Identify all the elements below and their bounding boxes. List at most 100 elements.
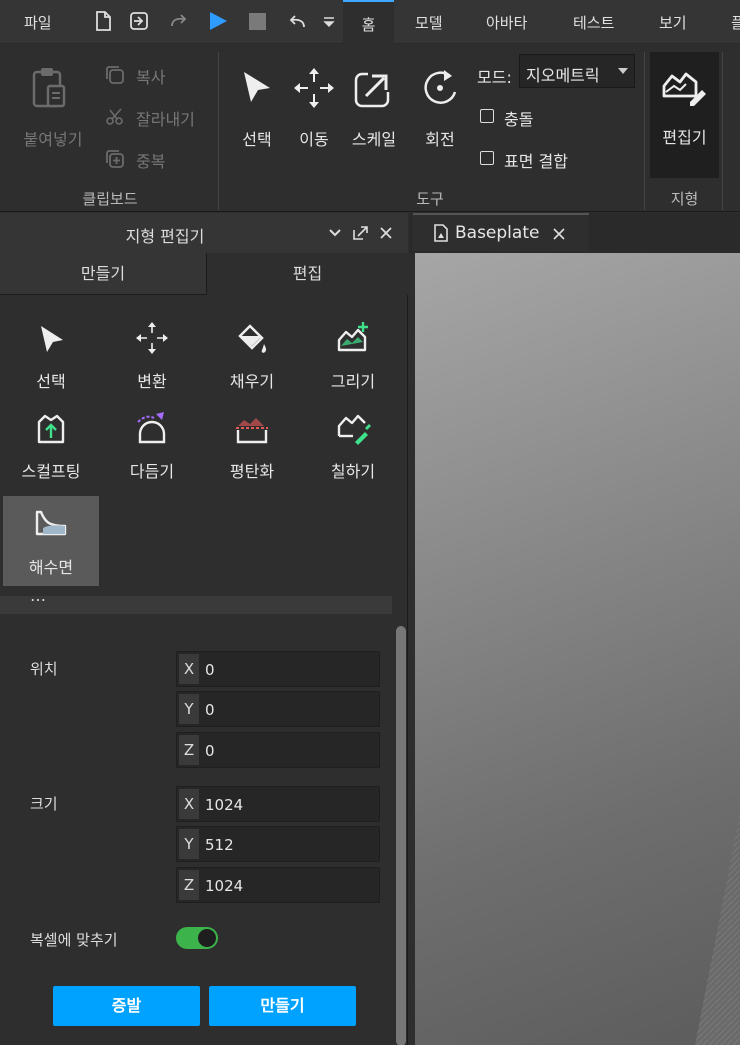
chevron-down-icon[interactable] <box>329 228 341 238</box>
tab-plugins[interactable]: 플 <box>731 0 740 44</box>
axis-z-label: Z <box>179 870 199 900</box>
axis-y-label: Y <box>179 694 199 724</box>
terrain-paint-icon <box>337 414 371 445</box>
position-label: 위치 <box>30 660 58 678</box>
tool-draw[interactable]: 그리기 <box>305 306 401 396</box>
mode-label: 모드: <box>477 68 512 87</box>
move-label[interactable]: 이동 <box>292 126 336 150</box>
select-arrow-icon <box>41 326 63 352</box>
join-surfaces-label[interactable]: 표면 결합 <box>504 148 568 172</box>
terrain-group-label: 지형 <box>670 190 699 208</box>
menu-bar: 파일 홈 모델 아바타 테스트 보기 플 <box>0 0 740 44</box>
terrain-editor-panel: 지형 편집기 만들기 편집 선택 변환 채우기 그리기 스컬프팅 다듬기 평탄화… <box>0 213 408 1045</box>
tool-label: 선택 <box>36 372 66 391</box>
size-x-value: 1024 <box>205 796 244 814</box>
tool-flatten[interactable]: 평탄화 <box>204 396 300 486</box>
stop-icon[interactable] <box>247 10 269 32</box>
tab-edit[interactable]: 편집 <box>206 253 408 295</box>
tool-select[interactable]: 선택 <box>3 306 99 396</box>
document-tab-bar: Baseplate <box>409 213 740 253</box>
rotate-label[interactable]: 회전 <box>418 126 462 150</box>
tab-baseplate[interactable]: Baseplate <box>413 213 589 251</box>
close-icon[interactable] <box>380 227 392 239</box>
paste-icon[interactable] <box>30 66 74 112</box>
tool-label: 그리기 <box>330 372 376 391</box>
move-icon[interactable] <box>292 66 336 110</box>
select-arrow-icon[interactable] <box>240 68 274 108</box>
position-z-field[interactable]: Z 0 <box>176 732 380 768</box>
tab-test[interactable]: 테스트 <box>573 0 614 44</box>
scale-icon[interactable] <box>352 66 396 110</box>
copy-label[interactable]: 복사 <box>136 64 165 88</box>
tab-avatar[interactable]: 아바타 <box>486 0 527 44</box>
new-file-icon[interactable] <box>92 10 114 32</box>
mode-value: 지오메트릭 <box>526 66 600 85</box>
undo-icon[interactable] <box>286 10 308 32</box>
tool-label: 채우기 <box>229 372 275 391</box>
tab-create[interactable]: 만들기 <box>0 253 206 295</box>
play-icon[interactable] <box>207 10 229 32</box>
paste-label[interactable]: 붙여넣기 <box>10 126 96 150</box>
size-y-value: 512 <box>205 836 234 854</box>
duplicate-label[interactable]: 중복 <box>136 148 165 172</box>
ribbon-divider <box>722 52 723 210</box>
collisions-checkbox[interactable] <box>480 109 494 123</box>
size-x-field[interactable]: X 1024 <box>176 786 380 822</box>
tool-fill[interactable]: 채우기 <box>204 306 300 396</box>
snap-to-voxel-label: 복셀에 맞추기 <box>30 931 118 949</box>
redo-icon[interactable] <box>168 10 190 32</box>
ribbon-divider <box>644 52 645 210</box>
tool-sea-level[interactable]: 해수면 <box>3 496 99 586</box>
axis-x-label: X <box>179 654 199 684</box>
paint-bucket-icon <box>238 324 267 353</box>
create-button[interactable]: 만들기 <box>209 986 356 1026</box>
axis-y-label: Y <box>179 829 199 859</box>
close-tab-icon[interactable] <box>553 228 565 240</box>
viewport-3d[interactable] <box>415 253 740 1045</box>
terrain-editor-icon <box>662 72 706 106</box>
clipboard-group-label: 클립보드 <box>82 190 138 208</box>
file-menu[interactable]: 파일 <box>24 0 52 44</box>
collisions-label[interactable]: 충돌 <box>504 106 533 130</box>
position-y-field[interactable]: Y 0 <box>176 691 380 727</box>
cut-label[interactable]: 잘라내기 <box>136 106 195 130</box>
tool-label: 해수면 <box>28 558 74 577</box>
position-z-value: 0 <box>205 742 215 760</box>
duplicate-icon[interactable] <box>104 148 126 170</box>
size-y-field[interactable]: Y 512 <box>176 826 380 862</box>
import-icon[interactable] <box>128 10 150 32</box>
ribbon-divider <box>218 52 219 210</box>
tool-transform[interactable]: 변환 <box>104 306 200 396</box>
ribbon: 붙여넣기 복사 잘라내기 중복 클립보드 선택 이동 스케일 회전 모드: 지오… <box>0 44 740 212</box>
place-file-icon <box>434 224 448 242</box>
tool-label: 평탄화 <box>229 462 275 481</box>
customize-chevron-icon[interactable] <box>318 10 340 32</box>
cut-icon[interactable] <box>104 106 126 128</box>
copy-icon[interactable] <box>104 64 126 86</box>
undock-icon[interactable] <box>352 225 370 241</box>
scrollbar-thumb[interactable] <box>396 626 406 1045</box>
rotate-icon[interactable] <box>418 66 462 110</box>
panel-title: 지형 편집기 <box>125 227 205 246</box>
mode-dropdown[interactable]: 지오메트릭 <box>519 54 635 88</box>
section-header-label: … <box>30 596 46 605</box>
position-x-field[interactable]: X 0 <box>176 651 380 687</box>
select-label[interactable]: 선택 <box>236 126 278 150</box>
section-header[interactable]: … <box>0 596 392 614</box>
scale-label[interactable]: 스케일 <box>346 126 402 150</box>
tool-smooth[interactable]: 다듬기 <box>104 396 200 486</box>
size-z-field[interactable]: Z 1024 <box>176 867 380 903</box>
join-surfaces-checkbox[interactable] <box>480 151 494 165</box>
tab-model[interactable]: 모델 <box>415 0 443 44</box>
tab-home[interactable]: 홈 <box>343 0 394 44</box>
tool-sculpt[interactable]: 스컬프팅 <box>3 396 99 486</box>
tab-view[interactable]: 보기 <box>659 0 687 44</box>
terrain-editor-button[interactable]: 편집기 <box>650 52 719 178</box>
terrain-add-icon <box>337 322 368 352</box>
snap-to-voxel-toggle[interactable] <box>176 927 218 949</box>
tool-label: 변환 <box>137 372 167 391</box>
transform-icon <box>136 322 168 354</box>
tool-paint[interactable]: 칠하기 <box>305 396 401 486</box>
toggle-knob <box>198 929 216 947</box>
evaporate-button[interactable]: 증발 <box>53 986 200 1026</box>
